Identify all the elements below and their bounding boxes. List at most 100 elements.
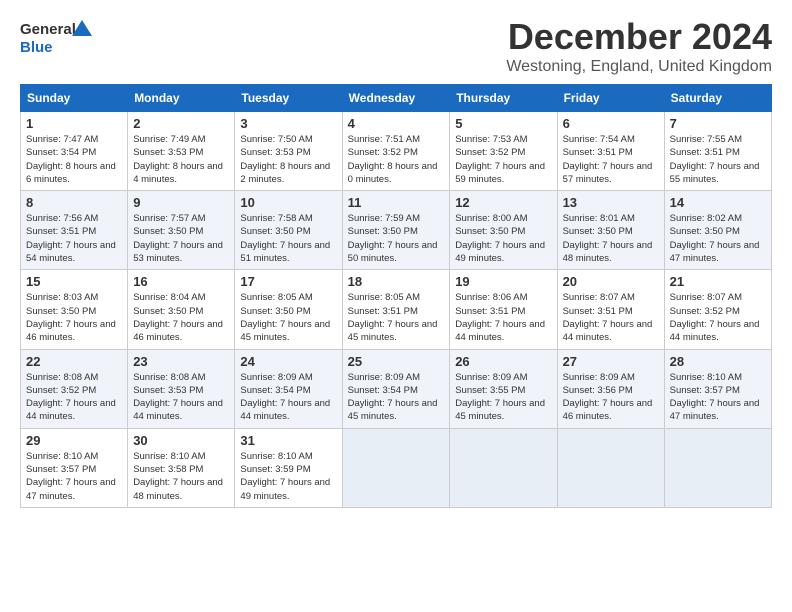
col-thursday: Thursday — [450, 85, 557, 112]
calendar-cell-day-1: 1 Sunrise: 7:47 AMSunset: 3:54 PMDayligh… — [21, 112, 128, 191]
calendar-cell-day-19: 19 Sunrise: 8:06 AMSunset: 3:51 PMDaylig… — [450, 270, 557, 349]
day-number: 26 — [455, 354, 551, 369]
calendar-cell-day-6: 6 Sunrise: 7:54 AMSunset: 3:51 PMDayligh… — [557, 112, 664, 191]
day-number: 2 — [133, 116, 229, 131]
svg-text:General: General — [20, 21, 76, 38]
day-number: 17 — [240, 274, 336, 289]
col-tuesday: Tuesday — [235, 85, 342, 112]
calendar-cell-day-13: 13 Sunrise: 8:01 AMSunset: 3:50 PMDaylig… — [557, 191, 664, 270]
day-number: 22 — [26, 354, 122, 369]
day-number: 16 — [133, 274, 229, 289]
calendar-row-5: 29 Sunrise: 8:10 AMSunset: 3:57 PMDaylig… — [21, 428, 772, 507]
day-info: Sunrise: 8:10 AMSunset: 3:57 PMDaylight:… — [670, 372, 760, 423]
day-info: Sunrise: 7:58 AMSunset: 3:50 PMDaylight:… — [240, 213, 330, 264]
day-info: Sunrise: 8:09 AMSunset: 3:54 PMDaylight:… — [240, 372, 330, 423]
month-title: December 2024 — [506, 16, 772, 58]
day-number: 14 — [670, 195, 766, 210]
calendar-cell-empty — [342, 428, 450, 507]
calendar-cell-day-5: 5 Sunrise: 7:53 AMSunset: 3:52 PMDayligh… — [450, 112, 557, 191]
calendar-cell-day-16: 16 Sunrise: 8:04 AMSunset: 3:50 PMDaylig… — [128, 270, 235, 349]
calendar-table: Sunday Monday Tuesday Wednesday Thursday… — [20, 84, 772, 508]
day-info: Sunrise: 8:07 AMSunset: 3:52 PMDaylight:… — [670, 292, 760, 343]
day-number: 3 — [240, 116, 336, 131]
day-number: 10 — [240, 195, 336, 210]
day-number: 1 — [26, 116, 122, 131]
logo-svg: General Blue — [20, 16, 100, 60]
calendar-cell-day-15: 15 Sunrise: 8:03 AMSunset: 3:50 PMDaylig… — [21, 270, 128, 349]
calendar-cell-day-31: 31 Sunrise: 8:10 AMSunset: 3:59 PMDaylig… — [235, 428, 342, 507]
col-sunday: Sunday — [21, 85, 128, 112]
day-number: 24 — [240, 354, 336, 369]
calendar-cell-day-2: 2 Sunrise: 7:49 AMSunset: 3:53 PMDayligh… — [128, 112, 235, 191]
calendar-row-1: 1 Sunrise: 7:47 AMSunset: 3:54 PMDayligh… — [21, 112, 772, 191]
day-info: Sunrise: 8:10 AMSunset: 3:58 PMDaylight:… — [133, 451, 223, 502]
calendar-cell-day-28: 28 Sunrise: 8:10 AMSunset: 3:57 PMDaylig… — [664, 349, 771, 428]
day-info: Sunrise: 8:04 AMSunset: 3:50 PMDaylight:… — [133, 292, 223, 343]
day-number: 6 — [563, 116, 659, 131]
day-number: 13 — [563, 195, 659, 210]
day-info: Sunrise: 7:47 AMSunset: 3:54 PMDaylight:… — [26, 134, 116, 185]
day-info: Sunrise: 8:08 AMSunset: 3:53 PMDaylight:… — [133, 372, 223, 423]
calendar-cell-empty — [450, 428, 557, 507]
day-number: 30 — [133, 433, 229, 448]
day-info: Sunrise: 8:08 AMSunset: 3:52 PMDaylight:… — [26, 372, 116, 423]
calendar-cell-day-11: 11 Sunrise: 7:59 AMSunset: 3:50 PMDaylig… — [342, 191, 450, 270]
day-number: 11 — [348, 195, 445, 210]
day-info: Sunrise: 7:57 AMSunset: 3:50 PMDaylight:… — [133, 213, 223, 264]
col-friday: Friday — [557, 85, 664, 112]
day-info: Sunrise: 8:09 AMSunset: 3:55 PMDaylight:… — [455, 372, 545, 423]
day-info: Sunrise: 7:56 AMSunset: 3:51 PMDaylight:… — [26, 213, 116, 264]
calendar-header-row: Sunday Monday Tuesday Wednesday Thursday… — [21, 85, 772, 112]
calendar-cell-day-27: 27 Sunrise: 8:09 AMSunset: 3:56 PMDaylig… — [557, 349, 664, 428]
day-info: Sunrise: 8:05 AMSunset: 3:51 PMDaylight:… — [348, 292, 438, 343]
calendar-cell-day-29: 29 Sunrise: 8:10 AMSunset: 3:57 PMDaylig… — [21, 428, 128, 507]
day-number: 18 — [348, 274, 445, 289]
day-number: 25 — [348, 354, 445, 369]
day-number: 23 — [133, 354, 229, 369]
day-number: 15 — [26, 274, 122, 289]
logo: General Blue — [20, 16, 100, 60]
calendar-cell-day-17: 17 Sunrise: 8:05 AMSunset: 3:50 PMDaylig… — [235, 270, 342, 349]
day-info: Sunrise: 8:00 AMSunset: 3:50 PMDaylight:… — [455, 213, 545, 264]
calendar-cell-day-22: 22 Sunrise: 8:08 AMSunset: 3:52 PMDaylig… — [21, 349, 128, 428]
day-number: 28 — [670, 354, 766, 369]
day-info: Sunrise: 7:59 AMSunset: 3:50 PMDaylight:… — [348, 213, 438, 264]
calendar-cell-day-7: 7 Sunrise: 7:55 AMSunset: 3:51 PMDayligh… — [664, 112, 771, 191]
day-info: Sunrise: 8:07 AMSunset: 3:51 PMDaylight:… — [563, 292, 653, 343]
day-number: 20 — [563, 274, 659, 289]
day-info: Sunrise: 8:01 AMSunset: 3:50 PMDaylight:… — [563, 213, 653, 264]
location: Westoning, England, United Kingdom — [506, 58, 772, 76]
calendar-cell-day-9: 9 Sunrise: 7:57 AMSunset: 3:50 PMDayligh… — [128, 191, 235, 270]
day-info: Sunrise: 8:05 AMSunset: 3:50 PMDaylight:… — [240, 292, 330, 343]
day-info: Sunrise: 8:10 AMSunset: 3:59 PMDaylight:… — [240, 451, 330, 502]
day-number: 21 — [670, 274, 766, 289]
day-number: 7 — [670, 116, 766, 131]
col-wednesday: Wednesday — [342, 85, 450, 112]
calendar-cell-day-18: 18 Sunrise: 8:05 AMSunset: 3:51 PMDaylig… — [342, 270, 450, 349]
col-saturday: Saturday — [664, 85, 771, 112]
day-info: Sunrise: 7:53 AMSunset: 3:52 PMDaylight:… — [455, 134, 545, 185]
day-info: Sunrise: 8:03 AMSunset: 3:50 PMDaylight:… — [26, 292, 116, 343]
svg-text:Blue: Blue — [20, 39, 53, 56]
calendar-row-3: 15 Sunrise: 8:03 AMSunset: 3:50 PMDaylig… — [21, 270, 772, 349]
day-number: 19 — [455, 274, 551, 289]
day-info: Sunrise: 8:06 AMSunset: 3:51 PMDaylight:… — [455, 292, 545, 343]
calendar-cell-day-24: 24 Sunrise: 8:09 AMSunset: 3:54 PMDaylig… — [235, 349, 342, 428]
calendar-cell-day-20: 20 Sunrise: 8:07 AMSunset: 3:51 PMDaylig… — [557, 270, 664, 349]
day-info: Sunrise: 8:10 AMSunset: 3:57 PMDaylight:… — [26, 451, 116, 502]
calendar-cell-day-25: 25 Sunrise: 8:09 AMSunset: 3:54 PMDaylig… — [342, 349, 450, 428]
day-number: 27 — [563, 354, 659, 369]
page-header: General Blue December 2024 Westoning, En… — [20, 16, 772, 76]
calendar-cell-day-21: 21 Sunrise: 8:07 AMSunset: 3:52 PMDaylig… — [664, 270, 771, 349]
calendar-cell-day-30: 30 Sunrise: 8:10 AMSunset: 3:58 PMDaylig… — [128, 428, 235, 507]
calendar-row-4: 22 Sunrise: 8:08 AMSunset: 3:52 PMDaylig… — [21, 349, 772, 428]
title-block: December 2024 Westoning, England, United… — [506, 16, 772, 76]
day-number: 4 — [348, 116, 445, 131]
day-number: 5 — [455, 116, 551, 131]
calendar-cell-day-23: 23 Sunrise: 8:08 AMSunset: 3:53 PMDaylig… — [128, 349, 235, 428]
calendar-cell-day-8: 8 Sunrise: 7:56 AMSunset: 3:51 PMDayligh… — [21, 191, 128, 270]
day-number: 29 — [26, 433, 122, 448]
calendar-cell-day-26: 26 Sunrise: 8:09 AMSunset: 3:55 PMDaylig… — [450, 349, 557, 428]
calendar-cell-day-3: 3 Sunrise: 7:50 AMSunset: 3:53 PMDayligh… — [235, 112, 342, 191]
calendar-cell-empty — [557, 428, 664, 507]
